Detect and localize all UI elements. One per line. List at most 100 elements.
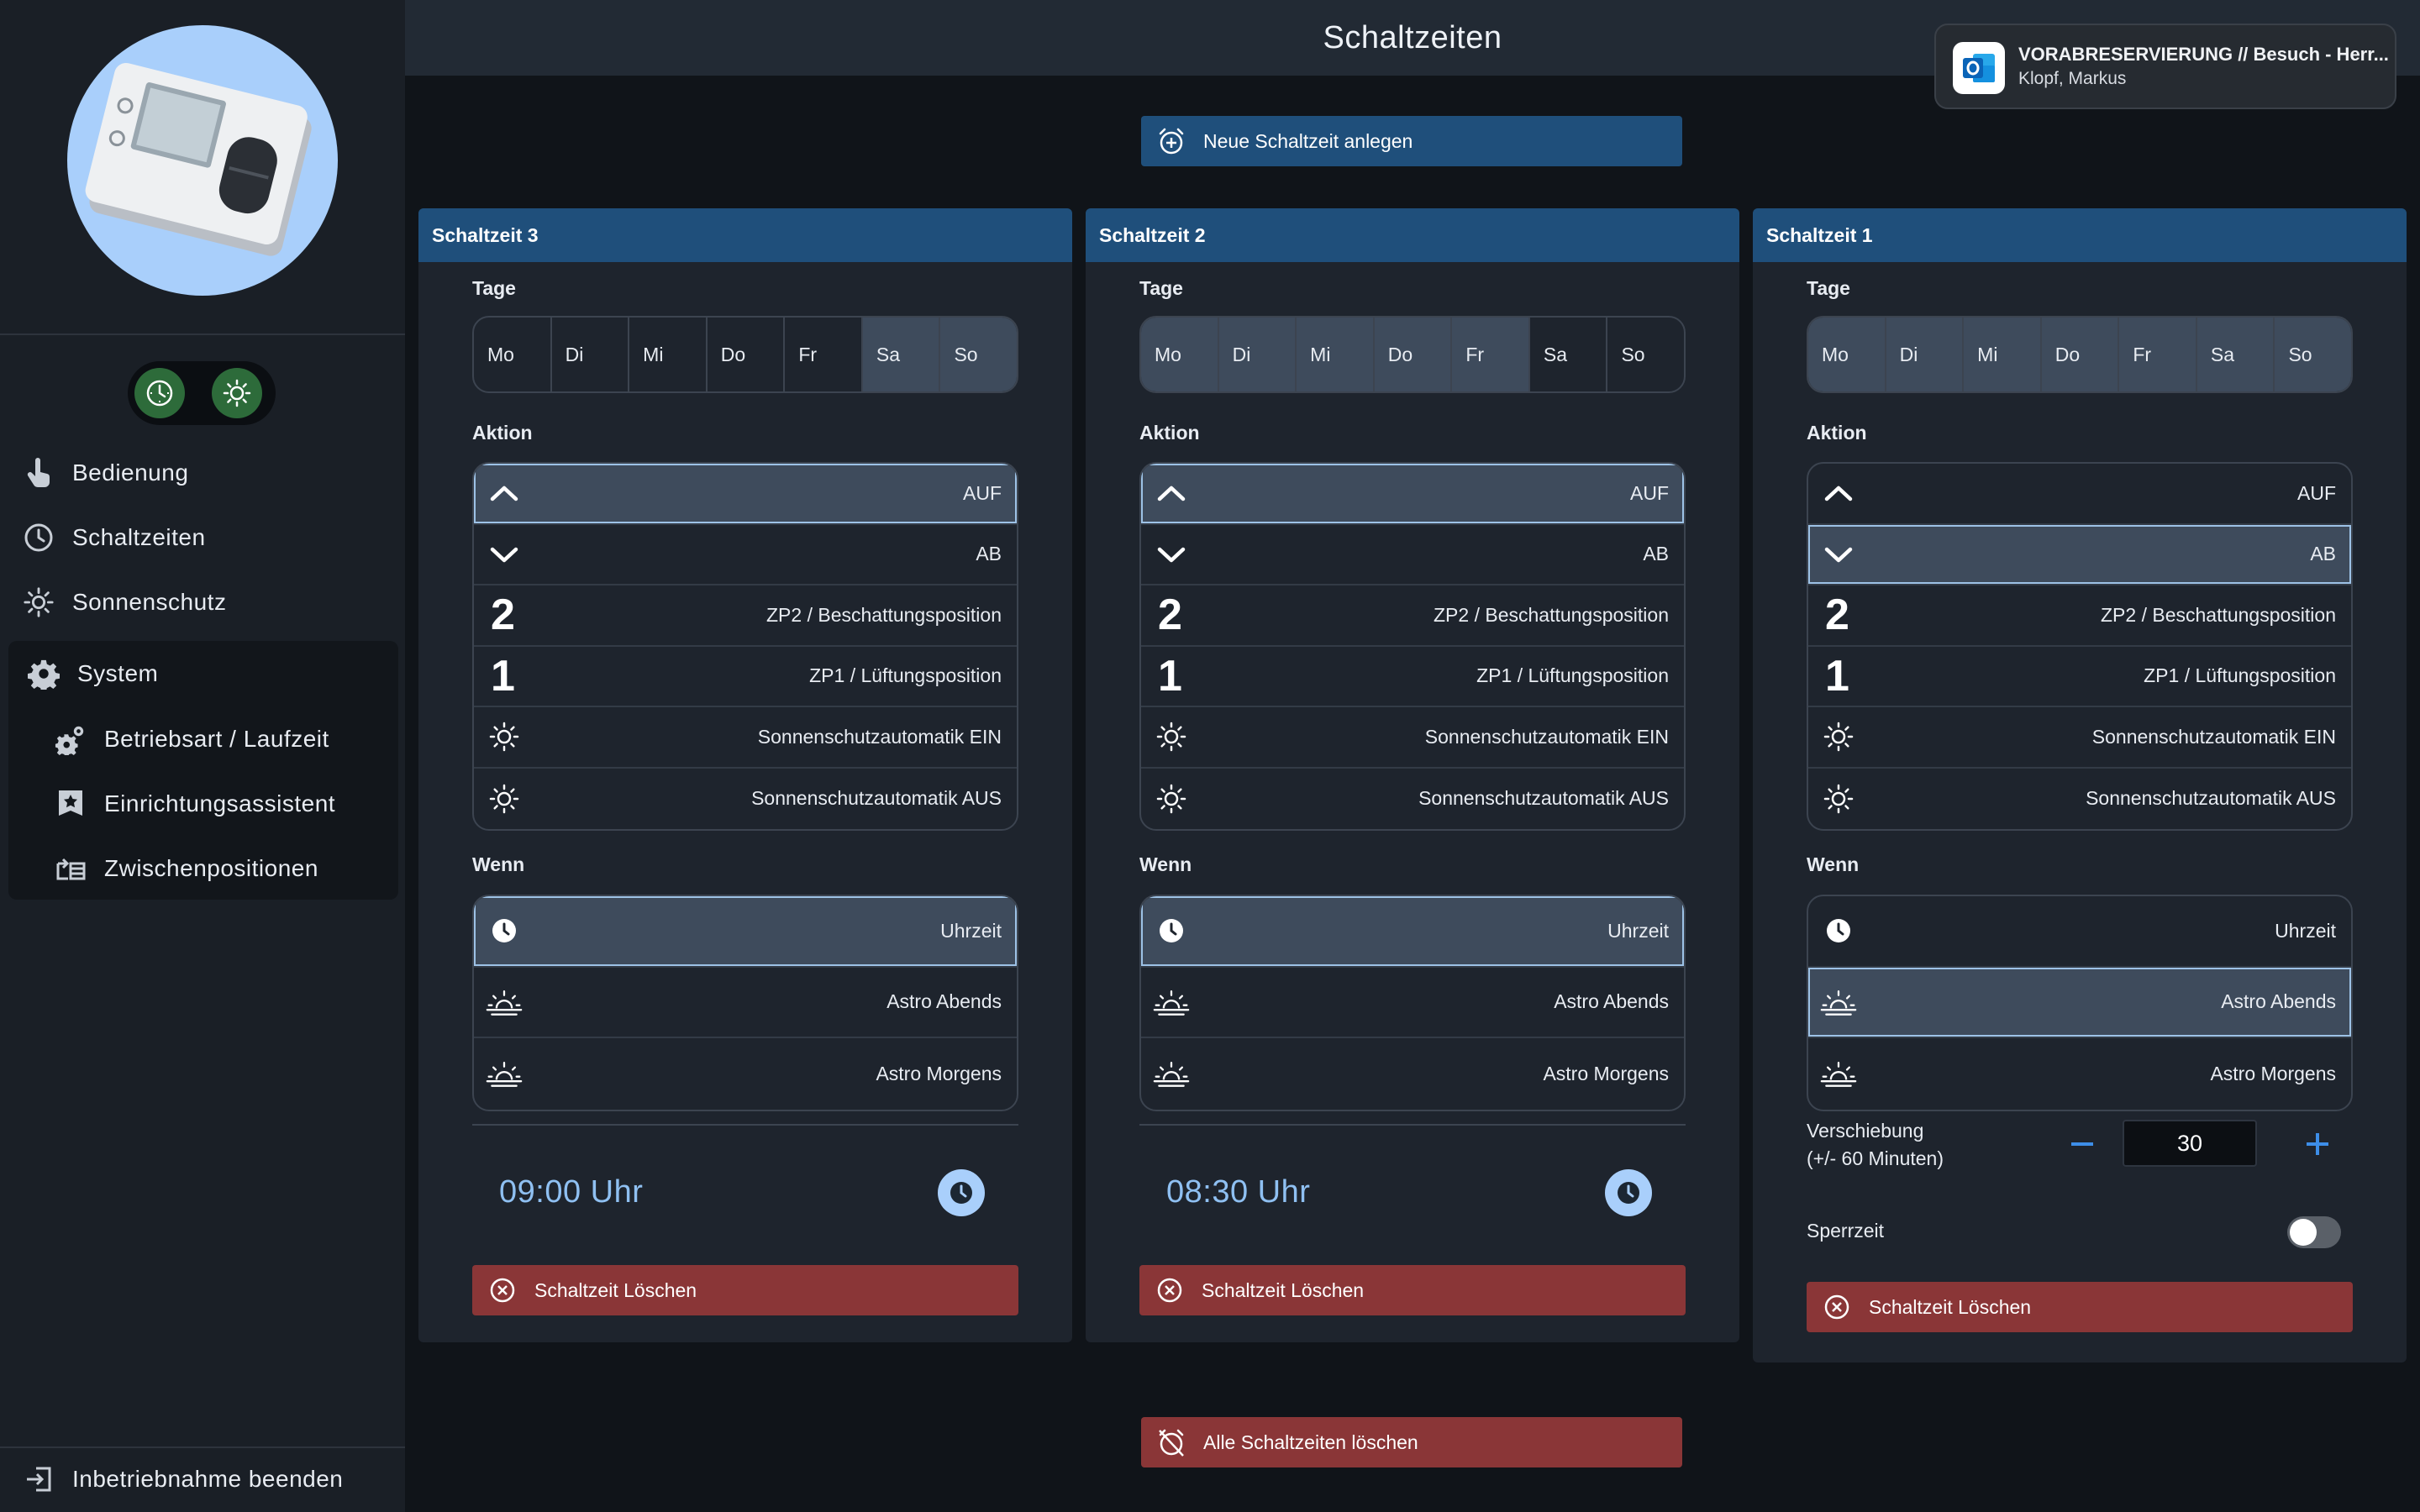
sidebar-item-bedienung[interactable]: Bedienung: [20, 452, 188, 494]
trigger-options: Uhrzeit Astro Abends Astro Morgens: [1807, 895, 2353, 1111]
sidebar-item-sonnenschutz[interactable]: Sonnenschutz: [20, 581, 226, 623]
time-picker-button[interactable]: [1605, 1169, 1652, 1216]
shift-minutes-input[interactable]: [2123, 1120, 2257, 1167]
day-fr[interactable]: Fr: [1452, 318, 1530, 391]
delete-schedule-button[interactable]: Schaltzeit Löschen: [472, 1265, 1018, 1315]
action-option[interactable]: 2 ZP2 / Beschattungsposition: [1141, 585, 1684, 647]
trigger-option[interactable]: Astro Abends: [1141, 968, 1684, 1038]
trigger-option[interactable]: Astro Abends: [474, 968, 1017, 1038]
action-option[interactable]: AB: [474, 525, 1017, 585]
action-option[interactable]: AUF: [1808, 464, 2351, 525]
position-1-icon: 1: [1158, 651, 1182, 701]
action-option[interactable]: Sonnenschutzautomatik AUS: [1808, 769, 2351, 830]
position-1-icon: 1: [491, 651, 515, 701]
day-do[interactable]: Do: [2041, 318, 2120, 391]
trigger-option[interactable]: Uhrzeit: [1808, 896, 2351, 968]
toggle-knob: [2290, 1219, 2317, 1246]
trigger-option[interactable]: Uhrzeit: [474, 896, 1017, 968]
day-di[interactable]: Di: [552, 318, 630, 391]
sidebar-item-betriebsart[interactable]: Betriebsart / Laufzeit: [52, 718, 329, 760]
when-label: Wenn: [1139, 853, 1192, 875]
day-mi[interactable]: Mi: [1964, 318, 2042, 391]
new-schedule-button[interactable]: Neue Schaltzeit anlegen: [1141, 116, 1682, 166]
sunset-icon: [1153, 984, 1190, 1021]
chevron-up-icon: [1153, 475, 1190, 512]
sidebar-divider: [0, 333, 405, 335]
delete-schedule-button[interactable]: Schaltzeit Löschen: [1139, 1265, 1686, 1315]
day-so[interactable]: So: [1607, 318, 1684, 391]
time-picker-button[interactable]: [938, 1169, 985, 1216]
day-sa[interactable]: Sa: [2196, 318, 2275, 391]
day-mo[interactable]: Mo: [474, 318, 552, 391]
day-mo[interactable]: Mo: [1808, 318, 1886, 391]
action-option[interactable]: Sonnenschutzautomatik EIN: [1808, 707, 2351, 769]
time-value[interactable]: 08:30 Uhr: [1166, 1174, 1310, 1210]
day-mi[interactable]: Mi: [1297, 318, 1375, 391]
day-mo[interactable]: Mo: [1141, 318, 1219, 391]
day-di[interactable]: Di: [1218, 318, 1297, 391]
finish-commissioning-button[interactable]: Inbetriebnahme beenden: [20, 1458, 343, 1500]
action-option[interactable]: Sonnenschutzautomatik AUS: [1141, 769, 1684, 830]
action-option[interactable]: Sonnenschutzautomatik EIN: [1141, 707, 1684, 769]
divider: [1139, 1124, 1686, 1126]
action-option[interactable]: 1 ZP1 / Lüftungsposition: [474, 647, 1017, 707]
day-sa[interactable]: Sa: [862, 318, 941, 391]
trigger-option-label: Astro Abends: [2221, 990, 2336, 1013]
sidebar-item-label: Einrichtungsassistent: [104, 790, 336, 816]
close-circle-icon: [486, 1273, 519, 1307]
action-option-label: ZP2 / Beschattungsposition: [766, 603, 1002, 626]
day-so[interactable]: So: [940, 318, 1017, 391]
sidebar-item-zwischenpositionen[interactable]: Zwischenpositionen: [52, 848, 318, 890]
clock-mode-button[interactable]: [134, 368, 185, 418]
action-option[interactable]: 1 ZP1 / Lüftungsposition: [1141, 647, 1684, 707]
schedule-card: Schaltzeit 1 Tage Mo Di Mi Do Fr Sa So Aktion …: [1753, 208, 2407, 1362]
day-so[interactable]: So: [2275, 318, 2351, 391]
day-mi[interactable]: Mi: [629, 318, 708, 391]
card-title: Schaltzeit 1: [1753, 208, 2407, 262]
action-option[interactable]: Sonnenschutzautomatik EIN: [474, 707, 1017, 769]
day-do[interactable]: Do: [708, 318, 786, 391]
action-option[interactable]: AB: [1141, 525, 1684, 585]
trigger-option[interactable]: Astro Morgens: [1141, 1038, 1684, 1110]
day-di[interactable]: Di: [1886, 318, 1965, 391]
decrement-button[interactable]: [2062, 1124, 2102, 1164]
action-option[interactable]: 2 ZP2 / Beschattungsposition: [1808, 585, 2351, 647]
action-option[interactable]: 2 ZP2 / Beschattungsposition: [474, 585, 1017, 647]
action-option[interactable]: Sonnenschutzautomatik AUS: [474, 769, 1017, 830]
time-value[interactable]: 09:00 Uhr: [499, 1174, 643, 1210]
trigger-option[interactable]: Uhrzeit: [1141, 896, 1684, 968]
trigger-option-label: Uhrzeit: [2275, 919, 2336, 942]
sun-icon: [20, 584, 57, 621]
sun-icon: [1820, 718, 1857, 755]
trigger-option-label: Astro Morgens: [1543, 1062, 1669, 1084]
action-option[interactable]: AUF: [1141, 464, 1684, 525]
day-sa[interactable]: Sa: [1530, 318, 1608, 391]
sunrise-icon: [1820, 1055, 1857, 1092]
touch-icon: [20, 454, 57, 491]
gear-icon: [25, 655, 62, 692]
sidebar-item-system[interactable]: System: [25, 653, 158, 695]
lock-toggle[interactable]: [2287, 1216, 2341, 1248]
trigger-option[interactable]: Astro Abends: [1808, 967, 2351, 1038]
action-option-label: AB: [976, 543, 1002, 565]
notification-toast[interactable]: VORABRESERVIERUNG // Besuch - Herr... Kl…: [1934, 24, 2396, 109]
action-option[interactable]: AB: [1808, 524, 2351, 585]
sidebar-footer-label: Inbetriebnahme beenden: [72, 1466, 344, 1492]
action-option[interactable]: AUF: [474, 464, 1017, 525]
trigger-option[interactable]: Astro Morgens: [1808, 1038, 2351, 1110]
increment-button[interactable]: [2297, 1124, 2338, 1164]
delete-all-button[interactable]: Alle Schaltzeiten löschen: [1141, 1417, 1682, 1467]
day-do[interactable]: Do: [1374, 318, 1453, 391]
delete-schedule-label: Schaltzeit Löschen: [1202, 1278, 1365, 1301]
sun-mode-button[interactable]: [212, 368, 262, 418]
sidebar: Bedienung Schaltzeiten Sonnenschutz Syst…: [0, 0, 405, 1512]
trigger-option[interactable]: Astro Morgens: [474, 1038, 1017, 1110]
day-fr[interactable]: Fr: [785, 318, 863, 391]
delete-schedule-button[interactable]: Schaltzeit Löschen: [1807, 1282, 2353, 1332]
sidebar-item-schaltzeiten[interactable]: Schaltzeiten: [20, 517, 206, 559]
day-fr[interactable]: Fr: [2119, 318, 2197, 391]
delete-all-label: Alle Schaltzeiten löschen: [1203, 1431, 1418, 1453]
action-option[interactable]: 1 ZP1 / Lüftungsposition: [1808, 647, 2351, 707]
sidebar-item-einrichtungsassistent[interactable]: Einrichtungsassistent: [52, 783, 335, 825]
plus-icon: [2303, 1130, 2332, 1158]
